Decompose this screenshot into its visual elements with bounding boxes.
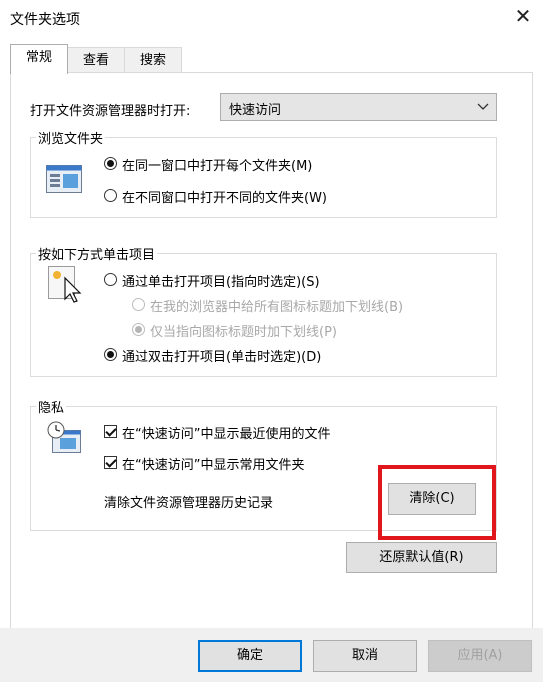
folder-window-icon (46, 165, 82, 193)
radio-new-window-label[interactable]: 在不同窗口中打开不同的文件夹(W) (122, 187, 327, 206)
browse-folders-title: 浏览文件夹 (36, 128, 106, 147)
folder-options-dialog: { "window": { "title": "文件夹选项", "close_g… (0, 0, 543, 682)
clear-history-label: 清除文件资源管理器历史记录 (104, 496, 274, 511)
radio-same-window-label[interactable]: 在同一窗口中打开每个文件夹(M) (122, 155, 312, 174)
tab-search[interactable]: 搜索 (124, 47, 182, 73)
tab-general[interactable]: 常规 (10, 44, 68, 74)
cursor-click-icon (48, 266, 82, 303)
recent-files-icon (47, 421, 81, 453)
radio-underline-all[interactable] (132, 298, 145, 311)
checkbox-recent-files[interactable] (104, 425, 117, 438)
ok-button[interactable]: 确定 (198, 640, 302, 672)
radio-underline-hover[interactable] (132, 323, 145, 336)
radio-single-click-label[interactable]: 通过单击打开项目(指向时选定)(S) (122, 271, 320, 290)
highlight-box (378, 465, 496, 540)
checkbox-frequent-folders[interactable] (104, 456, 117, 469)
cancel-button[interactable]: 取消 (313, 640, 417, 672)
open-explorer-selected: 快速访问 (229, 103, 282, 118)
radio-new-window[interactable] (104, 189, 117, 202)
tab-view[interactable]: 查看 (67, 47, 125, 73)
checkbox-frequent-folders-label[interactable]: 在“快速访问”中显示常用文件夹 (122, 454, 304, 473)
radio-single-click[interactable] (104, 273, 117, 286)
privacy-title: 隐私 (36, 397, 67, 416)
radio-same-window[interactable] (104, 157, 117, 170)
chevron-down-icon (477, 103, 489, 110)
radio-double-click[interactable] (104, 348, 117, 361)
radio-double-click-label[interactable]: 通过双击打开项目(单击时选定)(D) (122, 346, 321, 365)
apply-button[interactable]: 应用(A) (428, 640, 532, 672)
window-title: 文件夹选项 (10, 12, 80, 28)
click-items-title: 按如下方式单击项目 (36, 244, 158, 263)
open-explorer-dropdown[interactable]: 快速访问 (220, 93, 497, 121)
restore-defaults-button[interactable]: 还原默认值(R) (346, 542, 497, 573)
checkbox-recent-files-label[interactable]: 在“快速访问”中显示最近使用的文件 (122, 423, 330, 442)
radio-underline-hover-label: 仅当指向图标标题时加下划线(P) (150, 325, 337, 340)
open-explorer-label: 打开文件资源管理器时打开: (30, 104, 191, 119)
close-icon[interactable]: ✕ (510, 3, 536, 29)
radio-underline-all-label: 在我的浏览器中给所有图标标题加下划线(B) (150, 300, 404, 315)
